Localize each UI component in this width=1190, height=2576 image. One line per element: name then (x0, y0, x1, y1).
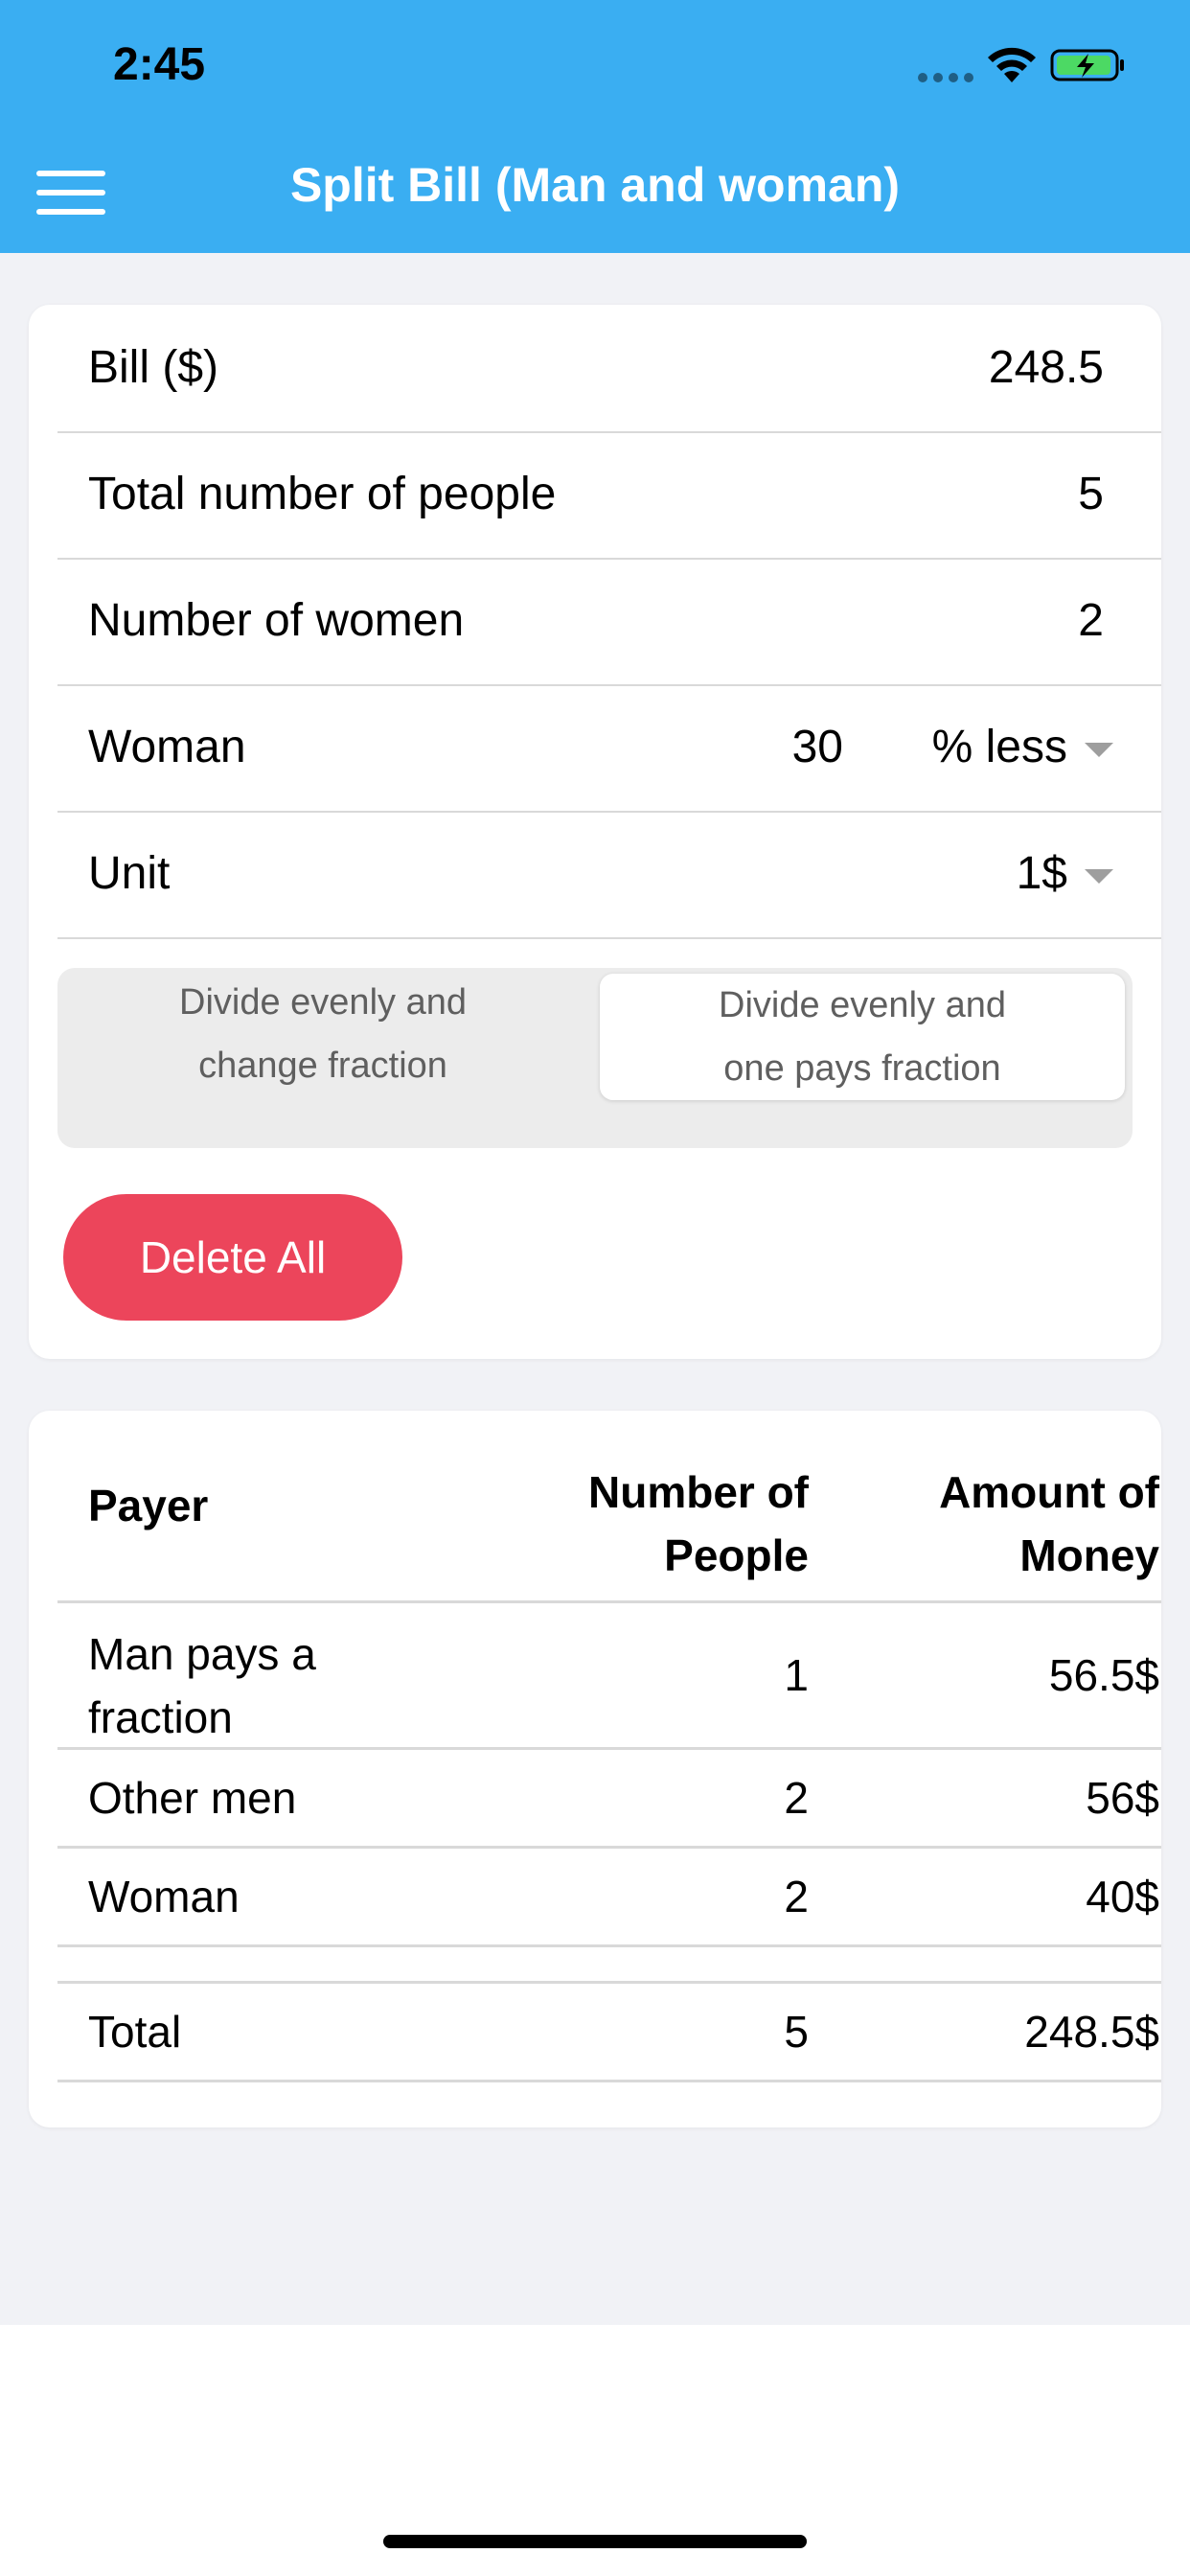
total-people-label: Total number of people (88, 469, 557, 519)
status-time: 2:45 (113, 39, 206, 90)
header-payer: Payer (88, 1481, 209, 1530)
row-payer: Man pays a fraction (88, 1622, 316, 1749)
unit-row[interactable]: Unit 1$ (57, 811, 1161, 939)
cellular-signal-icon (918, 73, 973, 82)
table-row: Man pays a fraction 1 56.5$ (57, 1603, 1161, 1750)
row-money: 56.5$ (1048, 1650, 1159, 1700)
row-people: 1 (784, 1650, 809, 1700)
total-people-row[interactable]: Total number of people 5 (57, 431, 1161, 560)
row-money: 56$ (1086, 1773, 1159, 1823)
header-money-line2: Money (1019, 1530, 1159, 1580)
table-header: Payer Number of People Amount of Money (57, 1411, 1161, 1603)
row-money: 40$ (1086, 1872, 1159, 1921)
unit-label: Unit (88, 848, 171, 899)
woman-discount-input[interactable]: 30 (792, 684, 843, 811)
segment-change-fraction-line2: change fraction (198, 1046, 447, 1086)
unit-select[interactable]: 1$ (1017, 811, 1113, 937)
results-card: Payer Number of People Amount of Money M… (29, 1411, 1161, 2128)
segment-one-pays-fraction-line1: Divide evenly and (719, 985, 1006, 1025)
segment-change-fraction[interactable]: Divide evenly and change fraction (57, 968, 588, 1100)
header-people-line1: Number of (588, 1467, 809, 1517)
segment-change-fraction-line1: Divide evenly and (179, 982, 467, 1023)
woman-label: Woman (88, 722, 246, 772)
bill-input[interactable]: 248.5 (989, 305, 1104, 431)
row-people: 2 (784, 1773, 809, 1823)
chevron-down-icon (1085, 868, 1113, 884)
segment-one-pays-fraction-line2: one pays fraction (723, 1048, 1001, 1089)
home-indicator (383, 2535, 807, 2548)
row-payer: Other men (88, 1773, 297, 1823)
row-payer: Woman (88, 1872, 240, 1921)
header-amount-of-money: Amount of Money (939, 1460, 1159, 1587)
table-spacer (57, 1947, 1161, 1984)
page-title: Split Bill (Man and woman) (289, 158, 901, 212)
header-money-line1: Amount of (939, 1467, 1159, 1517)
women-input[interactable]: 2 (1078, 558, 1104, 684)
unit-value: 1$ (1016, 848, 1067, 899)
bill-label: Bill ($) (88, 342, 219, 393)
battery-charging-icon (1050, 49, 1124, 81)
total-row: Total 5 248.5$ (57, 1984, 1161, 2082)
header-people-line2: People (664, 1530, 809, 1580)
total-payer: Total (88, 2007, 182, 2057)
bill-row[interactable]: Bill ($) 248.5 (57, 305, 1161, 433)
women-row[interactable]: Number of women 2 (57, 558, 1161, 686)
row-people: 2 (784, 1872, 809, 1921)
total-people: 5 (784, 2007, 809, 2057)
delete-all-button[interactable]: Delete All (63, 1194, 402, 1321)
women-label: Number of women (88, 595, 465, 646)
total-people-input[interactable]: 5 (1078, 431, 1104, 558)
split-mode-segmented-control: Divide evenly and change fraction Divide… (57, 968, 1133, 1148)
segment-one-pays-fraction[interactable]: Divide evenly and one pays fraction (600, 974, 1125, 1100)
woman-mode-select[interactable]: % less (932, 684, 1113, 811)
woman-mode-value: % less (931, 722, 1067, 772)
chevron-down-icon (1085, 742, 1113, 757)
row-payer-line1: Man pays a (88, 1629, 316, 1679)
total-money: 248.5$ (1024, 2007, 1159, 2057)
wifi-icon (988, 47, 1036, 82)
table-row: Other men 2 56$ (57, 1750, 1161, 1849)
app-header: 2:45 Split Bill (Man and woman) (0, 0, 1190, 253)
table-row: Woman 2 40$ (57, 1849, 1161, 1947)
header-number-of-people: Number of People (588, 1460, 809, 1587)
row-payer-line2: fraction (88, 1692, 233, 1742)
woman-discount-row[interactable]: Woman 30 % less (57, 684, 1161, 813)
